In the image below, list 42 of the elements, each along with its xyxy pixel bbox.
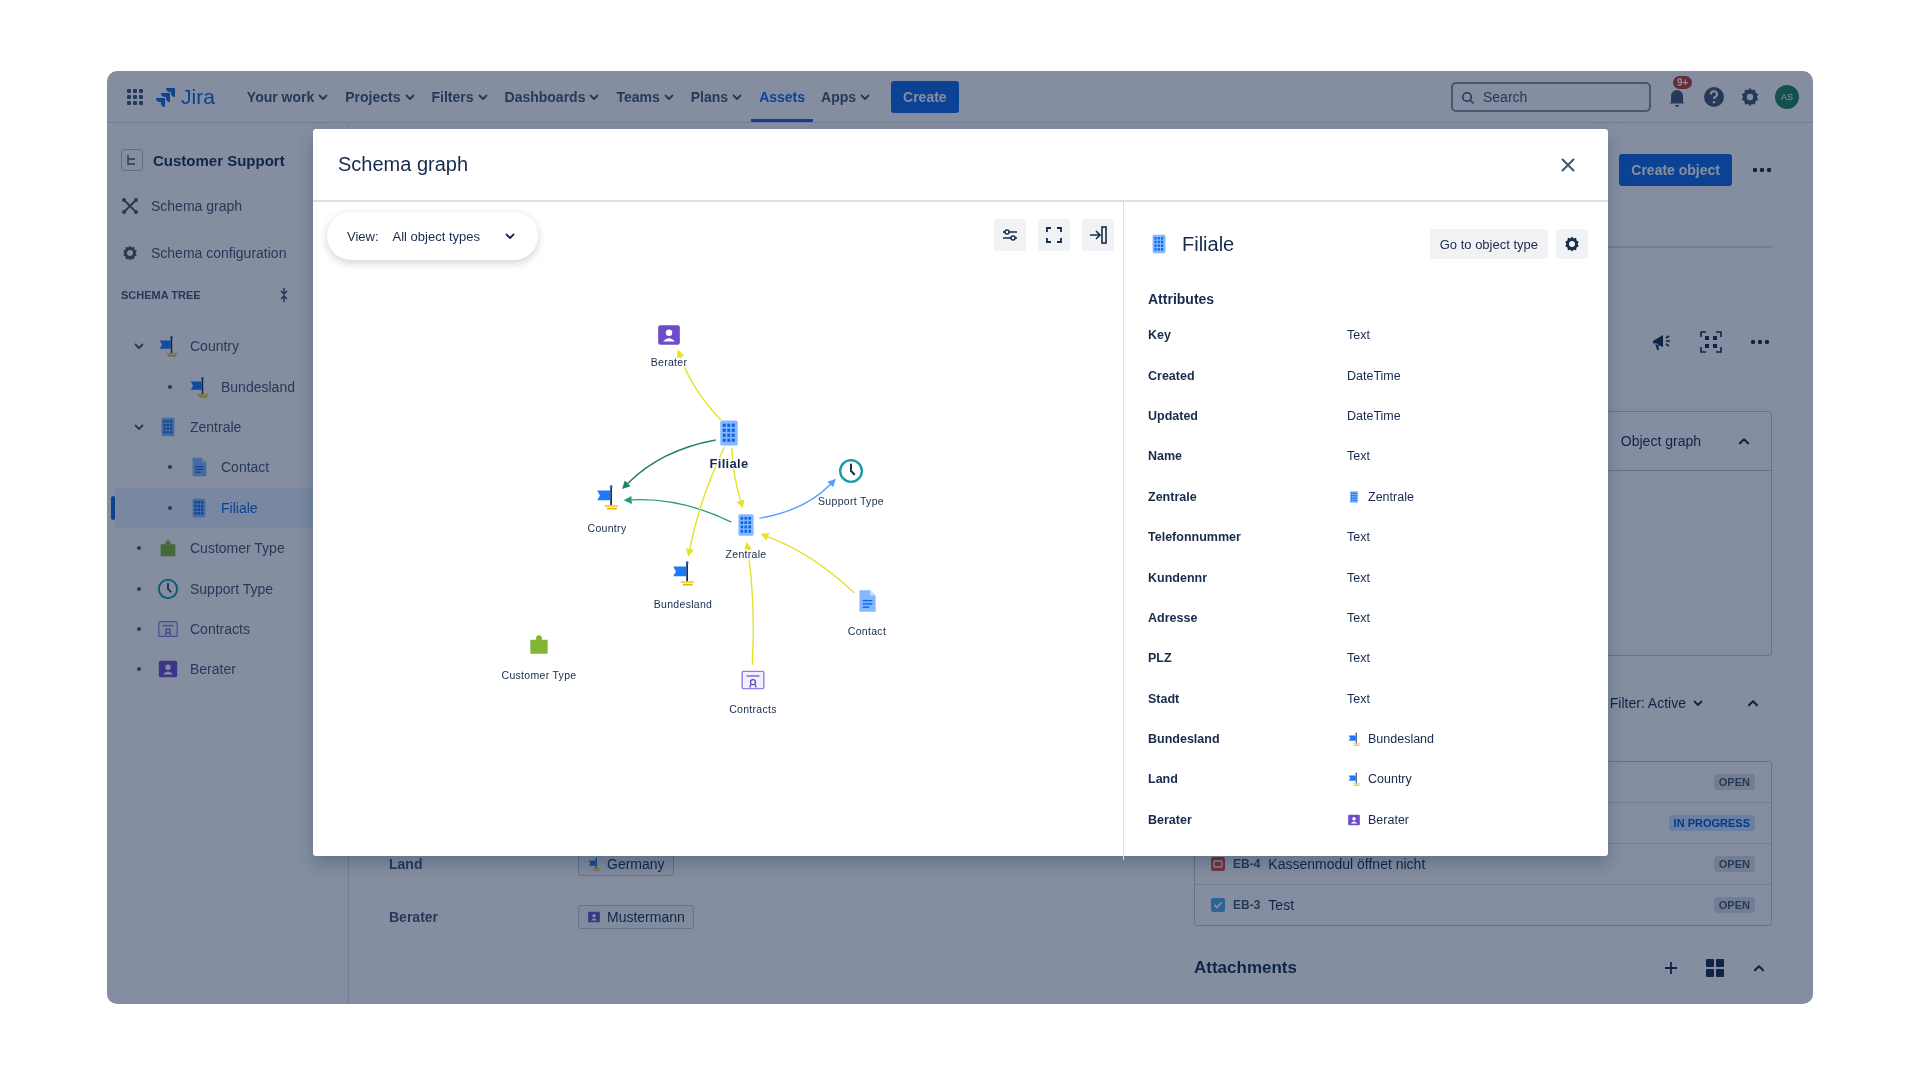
status-lozenge: IN PROGRESS — [1668, 815, 1755, 831]
attribute-name: Bundesland — [1148, 732, 1221, 747]
node-label: Support Type — [818, 495, 884, 507]
section-heading: SCHEMA TREE — [121, 289, 201, 301]
attribute-type: Text — [1347, 328, 1370, 343]
status-lozenge: OPEN — [1713, 774, 1755, 790]
attribute-name: Key — [1148, 328, 1172, 343]
attribute-name: Created — [1148, 368, 1196, 383]
node-label: Bundesland — [653, 598, 713, 610]
node-label: Contracts — [729, 703, 777, 715]
notification-badge: 9+ — [1673, 75, 1693, 89]
attribute-name: Berater — [1148, 812, 1193, 827]
dialog-title: Schema graph — [338, 153, 469, 176]
attribute-type: Text — [1347, 610, 1370, 625]
attribute-name: Telefonnummer — [1148, 530, 1242, 545]
project-title: Customer Support — [153, 151, 285, 169]
section-title: Attachments — [1194, 958, 1297, 978]
attribute-type: Text — [1347, 570, 1370, 585]
attribute-type: Text — [1347, 691, 1370, 706]
attribute-name: Kundennr — [1148, 570, 1209, 585]
panel-title: Object graph — [1620, 433, 1701, 449]
attribute-name: Zentrale — [1148, 489, 1198, 504]
node-label: Country — [587, 522, 627, 534]
attribute-name: PLZ — [1148, 651, 1173, 666]
field-label: Berater — [389, 908, 440, 925]
status-lozenge: OPEN — [1713, 856, 1755, 872]
attribute-name: Stadt — [1148, 691, 1181, 706]
attribute-name: Adresse — [1148, 610, 1199, 625]
object-type-title: Filiale — [1182, 232, 1235, 256]
status-lozenge: OPEN — [1713, 897, 1755, 913]
attribute-type: Text — [1347, 449, 1370, 464]
attribute-type: Text — [1347, 530, 1370, 545]
attribute-type: DateTime — [1347, 408, 1401, 423]
node-label: Contact — [847, 625, 887, 637]
attribute-type: DateTime — [1347, 368, 1401, 383]
node-label: Customer Type — [501, 669, 577, 681]
attribute-name: Updated — [1148, 408, 1199, 423]
attribute-type: Text — [1347, 651, 1370, 666]
field-label: Land — [389, 855, 424, 872]
section-heading: Attributes — [1148, 290, 1216, 309]
attribute-name: Name — [1148, 449, 1184, 464]
attribute-name: Land — [1148, 772, 1179, 787]
